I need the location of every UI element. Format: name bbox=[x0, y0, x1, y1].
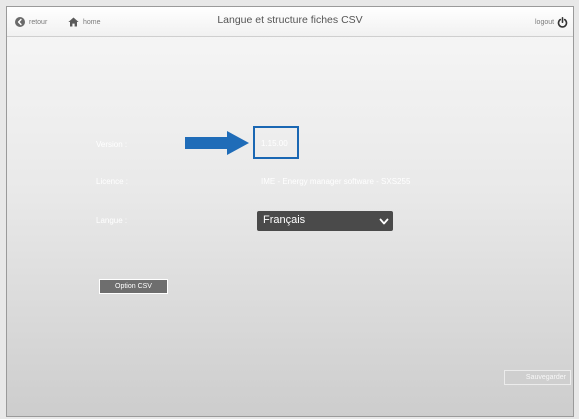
language-select[interactable]: Français bbox=[257, 211, 393, 231]
logout-button[interactable]: logout bbox=[535, 14, 568, 30]
top-bar: retour home Langue et structure fiches C… bbox=[7, 7, 573, 37]
licence-value: IME - Energy manager software - SXS255 bbox=[261, 177, 411, 186]
chevron-down-icon bbox=[379, 217, 389, 229]
power-icon bbox=[557, 16, 568, 28]
language-select-value: Français bbox=[263, 214, 306, 226]
logout-label: logout bbox=[535, 18, 555, 26]
right-arrow-icon bbox=[185, 131, 249, 160]
save-button[interactable]: Sauvegarder bbox=[504, 370, 571, 385]
version-value: 1.15.00 bbox=[261, 139, 288, 148]
version-label: Version : bbox=[96, 140, 128, 149]
licence-label: Licence : bbox=[96, 177, 129, 186]
app-window: retour home Langue et structure fiches C… bbox=[6, 6, 574, 417]
langue-label: Langue : bbox=[96, 216, 128, 225]
page-title: Langue et structure fiches CSV bbox=[217, 14, 363, 26]
csv-option-button[interactable]: Option CSV bbox=[99, 279, 168, 294]
